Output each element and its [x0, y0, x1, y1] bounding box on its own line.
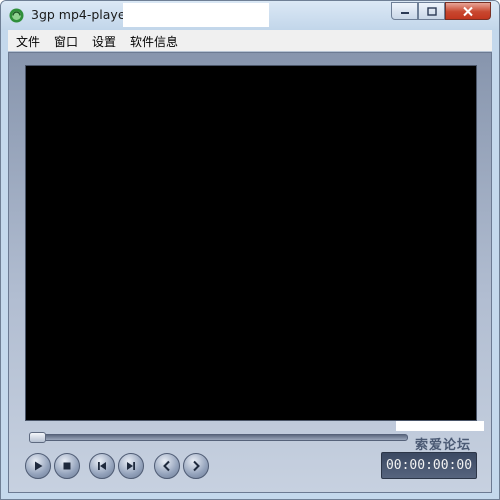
- watermark-redaction: [396, 421, 484, 431]
- title-redaction: [123, 3, 269, 27]
- previous-icon: [98, 462, 106, 470]
- menu-window[interactable]: 窗口: [54, 33, 78, 50]
- menu-settings[interactable]: 设置: [92, 33, 116, 50]
- time-display: 00:00:00:00: [381, 452, 477, 479]
- time-readout: 00:00:00:00: [385, 458, 473, 473]
- minimize-icon: [400, 12, 409, 14]
- stop-icon: [63, 462, 71, 470]
- maximize-button[interactable]: [418, 2, 445, 20]
- play-button[interactable]: [25, 453, 51, 479]
- forward-button[interactable]: [183, 453, 209, 479]
- stop-button[interactable]: [54, 453, 80, 479]
- seek-bar[interactable]: [29, 434, 408, 441]
- title-bar[interactable]: 3gp mp4-player: [1, 1, 499, 30]
- menu-bar: 文件 窗口 设置 软件信息: [8, 30, 492, 52]
- forward-icon: [193, 460, 200, 472]
- seek-thumb[interactable]: [29, 432, 46, 443]
- minimize-button[interactable]: [391, 2, 418, 20]
- rewind-button[interactable]: [154, 453, 180, 479]
- app-window: 3gp mp4-player 文件 窗口 设置 软件信息 索爱论坛 00:00:…: [0, 0, 500, 500]
- window-bottom-border: [1, 493, 499, 499]
- play-icon: [35, 461, 43, 471]
- close-icon: [463, 6, 473, 16]
- maximize-icon: [426, 6, 437, 16]
- rewind-icon: [163, 460, 170, 472]
- app-logo-icon: [9, 8, 24, 23]
- next-button[interactable]: [118, 453, 144, 479]
- video-display[interactable]: [25, 65, 477, 421]
- menu-software-info[interactable]: 软件信息: [130, 33, 178, 50]
- menu-file[interactable]: 文件: [16, 33, 40, 50]
- previous-button[interactable]: [89, 453, 115, 479]
- next-icon: [127, 462, 135, 470]
- player-panel: 索爱论坛 00:00:00:00: [8, 52, 492, 493]
- close-button[interactable]: [445, 2, 491, 20]
- window-title: 3gp mp4-player: [31, 7, 131, 22]
- forum-watermark: 索爱论坛: [415, 438, 472, 453]
